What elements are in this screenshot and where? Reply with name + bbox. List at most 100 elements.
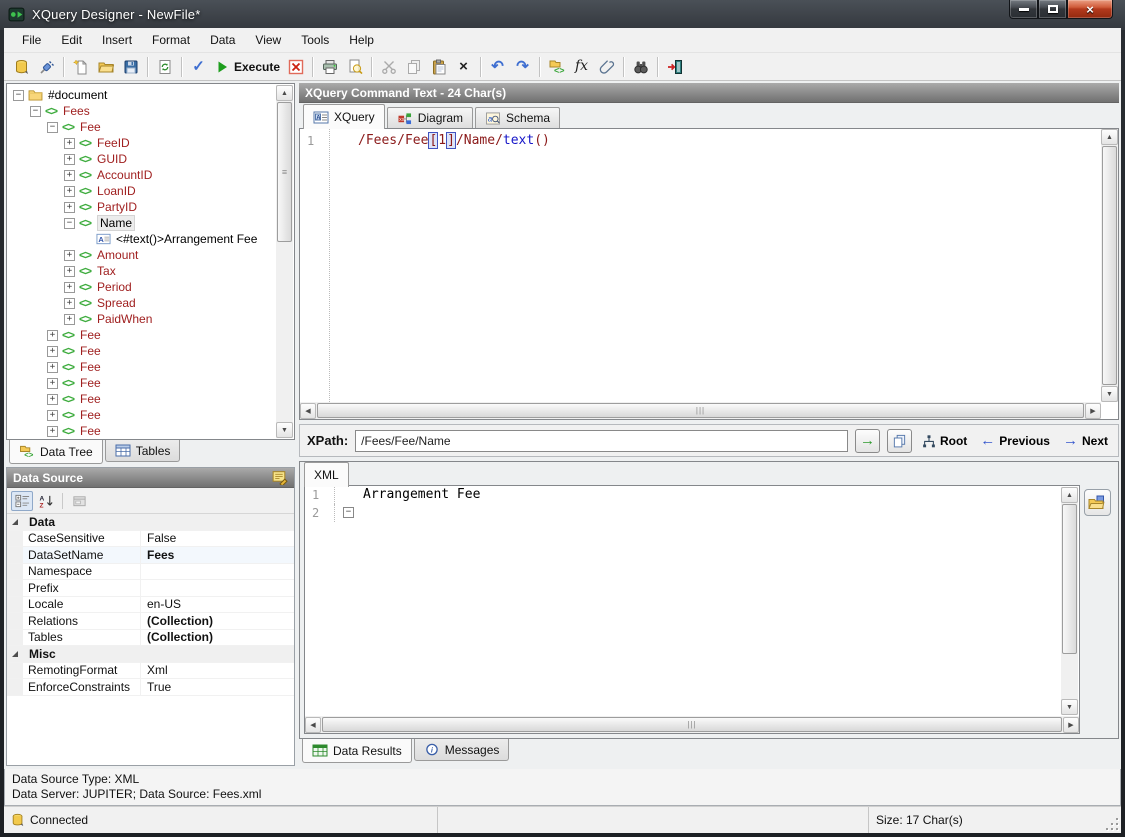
refresh-icon[interactable] xyxy=(152,55,177,79)
tree-node-loanid[interactable]: +<>LoanID xyxy=(9,183,275,199)
property-value[interactable]: en-US xyxy=(141,597,294,611)
tree-node-feeid[interactable]: +<>FeeID xyxy=(9,135,275,151)
tree-node-fee[interactable]: +<>Fee xyxy=(9,407,275,423)
menu-item-insert[interactable]: Insert xyxy=(92,29,142,51)
find-icon[interactable] xyxy=(628,55,653,79)
root-button[interactable]: Root xyxy=(919,434,970,448)
property-value[interactable]: False xyxy=(141,531,294,545)
properties-icon[interactable] xyxy=(271,470,288,485)
property-row-prefix[interactable]: Prefix xyxy=(7,580,294,597)
connect-icon[interactable] xyxy=(34,55,59,79)
print-preview-icon[interactable] xyxy=(342,55,367,79)
scroll-up-icon[interactable]: ▲ xyxy=(276,85,293,101)
tree-expander-icon[interactable]: + xyxy=(64,154,75,165)
tree-expander-icon[interactable]: + xyxy=(47,426,58,437)
scroll-down-icon[interactable]: ▼ xyxy=(276,422,293,438)
close-button[interactable]: × xyxy=(1067,0,1113,19)
tree-expander-icon[interactable]: + xyxy=(47,394,58,405)
validate-icon[interactable]: ✓ xyxy=(186,55,211,79)
collapse-icon[interactable]: − xyxy=(343,507,354,518)
tree-node-paidwhen[interactable]: +<>PaidWhen xyxy=(9,311,275,327)
tree-node-partyid[interactable]: +<>PartyID xyxy=(9,199,275,215)
attachment-icon[interactable] xyxy=(594,55,619,79)
tree-expander-icon[interactable]: + xyxy=(47,410,58,421)
tree-node-fee[interactable]: +<>Fee xyxy=(9,343,275,359)
xpath-copy-button[interactable] xyxy=(887,429,912,453)
tab-messages[interactable]: iMessages xyxy=(414,739,510,761)
property-row-enforceconstraints[interactable]: EnforceConstraintsTrue xyxy=(7,679,294,696)
tree-expander-icon[interactable]: + xyxy=(64,298,75,309)
menu-item-help[interactable]: Help xyxy=(339,29,384,51)
tab-xquery[interactable]: AXQuery xyxy=(303,104,385,129)
property-value[interactable]: (Collection) xyxy=(141,630,294,644)
property-row-remotingformat[interactable]: RemotingFormatXml xyxy=(7,663,294,680)
tab-data-tree[interactable]: <>Data Tree xyxy=(9,440,103,464)
tree-node-fee[interactable]: +<>Fee xyxy=(9,375,275,391)
scroll-right-icon[interactable]: ▶ xyxy=(1085,403,1101,419)
results-vertical-scrollbar[interactable]: ▲ ▼ xyxy=(1061,487,1078,715)
tree-node-fee[interactable]: +<>Fee xyxy=(9,423,275,438)
property-category-misc[interactable]: Misc xyxy=(7,646,294,663)
category-collapse-icon[interactable] xyxy=(7,514,23,530)
save-icon[interactable] xyxy=(118,55,143,79)
tree-expander-icon[interactable]: − xyxy=(13,90,24,101)
category-collapse-icon[interactable] xyxy=(7,646,23,662)
tree-expander-icon[interactable]: + xyxy=(47,330,58,341)
tree-node-guid[interactable]: +<>GUID xyxy=(9,151,275,167)
tree-expander-icon[interactable]: − xyxy=(47,122,58,133)
tree-node-fee[interactable]: −<>Fee xyxy=(9,119,275,135)
menu-item-tools[interactable]: Tools xyxy=(291,29,339,51)
property-row-locale[interactable]: Localeen-US xyxy=(7,597,294,614)
tree-expander-icon[interactable]: − xyxy=(30,106,41,117)
tree-expander-icon[interactable]: + xyxy=(64,138,75,149)
scroll-left-icon[interactable]: ◀ xyxy=(305,717,321,733)
tab-xml[interactable]: XML xyxy=(304,462,349,487)
menu-item-edit[interactable]: Edit xyxy=(51,29,92,51)
function-icon[interactable]: fx xyxy=(569,55,594,79)
editor-horizontal-scrollbar[interactable]: ◀ ||| ▶ xyxy=(300,402,1101,419)
property-row-tables[interactable]: Tables(Collection) xyxy=(7,630,294,647)
maximize-button[interactable] xyxy=(1038,0,1067,19)
scroll-thumb[interactable]: ||| xyxy=(322,717,1062,732)
tree-vertical-scrollbar[interactable]: ▲ ≡ ▼ xyxy=(276,85,293,438)
property-row-datasetname[interactable]: DataSetNameFees xyxy=(7,547,294,564)
tree-node-textarrangementfee[interactable]: A<#text()>Arrangement Fee xyxy=(9,231,275,247)
categorized-button[interactable] xyxy=(11,491,33,511)
new-file-icon[interactable] xyxy=(68,55,93,79)
tree-node-tax[interactable]: +<>Tax xyxy=(9,263,275,279)
execute-button[interactable]: Execute xyxy=(211,55,283,79)
datasource-icon[interactable] xyxy=(9,55,34,79)
tab-diagram[interactable]: XSDDiagram xyxy=(387,107,473,128)
property-value[interactable]: Xml xyxy=(141,663,294,677)
property-value[interactable]: True xyxy=(141,680,294,694)
tab-tables[interactable]: Tables xyxy=(105,440,181,462)
tree-node-fee[interactable]: +<>Fee xyxy=(9,327,275,343)
sort-alphabetical-button[interactable]: AZ xyxy=(35,491,57,511)
tree-expander-icon[interactable]: + xyxy=(64,250,75,261)
undo-icon[interactable]: ↶ xyxy=(485,55,510,79)
editor-vertical-scrollbar[interactable]: ▲ ▼ xyxy=(1101,129,1118,402)
tree-expander-icon[interactable]: − xyxy=(64,218,75,229)
scroll-up-icon[interactable]: ▲ xyxy=(1101,129,1118,145)
print-icon[interactable] xyxy=(317,55,342,79)
tree-node-accountid[interactable]: +<>AccountID xyxy=(9,167,275,183)
tree-node-fees[interactable]: −<>Fees xyxy=(9,103,275,119)
tree-expander-icon[interactable]: + xyxy=(64,202,75,213)
scroll-thumb[interactable] xyxy=(1102,146,1117,385)
property-category-data[interactable]: Data xyxy=(7,514,294,531)
menu-item-file[interactable]: File xyxy=(12,29,51,51)
tree-expander-icon[interactable]: + xyxy=(64,186,75,197)
tree-node-amount[interactable]: +<>Amount xyxy=(9,247,275,263)
tree-node-name[interactable]: −<>Name xyxy=(9,215,275,231)
previous-button[interactable]: ← Previous xyxy=(977,434,1053,448)
xpath-input[interactable] xyxy=(355,430,848,452)
menu-item-view[interactable]: View xyxy=(245,29,291,51)
property-row-relations[interactable]: Relations(Collection) xyxy=(7,613,294,630)
scroll-thumb[interactable]: ||| xyxy=(317,403,1084,418)
xml-result-editor[interactable]: 1Arrangement Fee2− ▲ ▼ ◀ ||| ▶ xyxy=(304,485,1080,734)
property-row-casesensitive[interactable]: CaseSensitiveFalse xyxy=(7,531,294,548)
tree-expander-icon[interactable]: + xyxy=(64,266,75,277)
exit-icon[interactable] xyxy=(662,55,687,79)
menu-item-format[interactable]: Format xyxy=(142,29,200,51)
tree-expander-icon[interactable]: + xyxy=(64,170,75,181)
